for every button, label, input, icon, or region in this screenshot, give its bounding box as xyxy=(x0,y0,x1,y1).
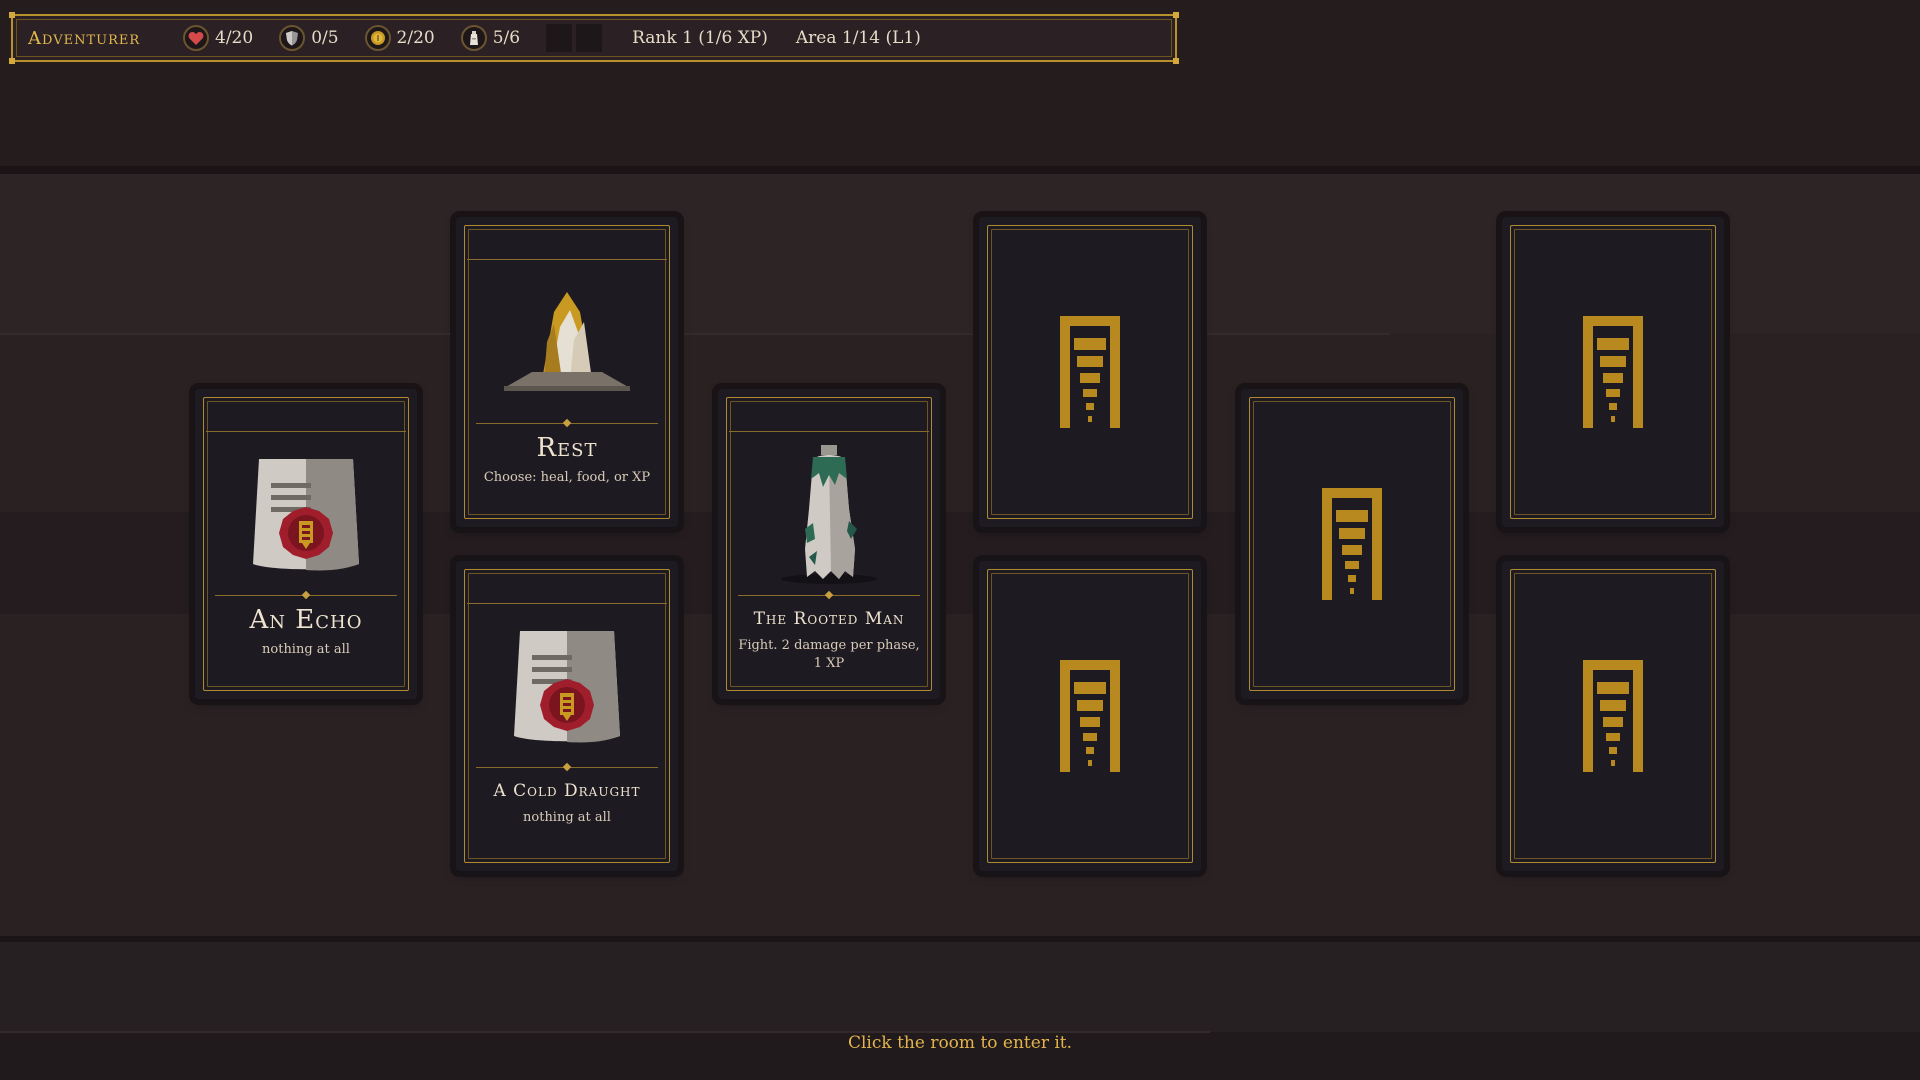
heart-icon xyxy=(183,25,209,51)
room-card-hidden[interactable] xyxy=(1241,389,1463,699)
dungeon-door-icon xyxy=(1502,561,1724,871)
food-stat: 5/6 xyxy=(460,25,521,51)
room-card-hidden[interactable] xyxy=(1502,217,1724,527)
dungeon-door-icon xyxy=(979,561,1201,871)
card-title: Rest xyxy=(536,433,598,463)
rank-text: Rank 1 (1/6 XP) xyxy=(632,28,768,48)
gold-value: 2/20 xyxy=(396,28,435,48)
sealed-letter-icon xyxy=(195,439,417,589)
character-class: Adventurer xyxy=(28,27,141,49)
health-stat: 4/20 xyxy=(183,25,253,51)
card-title: The Rooted Man xyxy=(753,609,905,629)
card-top-rule xyxy=(467,259,667,260)
room-card-echo[interactable]: An Echo nothing at all xyxy=(195,389,417,699)
room-card-cold-draught[interactable]: A Cold Draught nothing at all xyxy=(456,561,678,871)
hud-corner xyxy=(1173,12,1179,18)
coin-icon xyxy=(364,25,391,51)
shield-icon xyxy=(279,25,306,51)
instruction-hint: Click the room to enter it. xyxy=(847,1033,1073,1053)
gold-stat: 2/20 xyxy=(364,25,435,51)
status-bar: Adventurer 4/20 0/5 2/20 5/6 Rank 1 (1/6… xyxy=(9,12,1179,64)
flask-icon xyxy=(460,25,487,51)
card-top-rule xyxy=(729,431,929,432)
area-text: Area 1/14 (L1) xyxy=(795,28,921,48)
room-card-rooted-man[interactable]: The Rooted Man Fight. 2 damage per phase… xyxy=(718,389,940,699)
armor-value: 0/5 xyxy=(311,28,339,48)
card-divider xyxy=(476,767,658,768)
card-description: nothing at all xyxy=(262,642,350,657)
hud-corner xyxy=(9,58,15,64)
card-top-rule xyxy=(206,431,406,432)
card-description: nothing at all xyxy=(523,810,611,825)
hud-corner xyxy=(9,12,15,18)
sealed-letter-icon xyxy=(456,611,678,761)
dungeon-door-icon xyxy=(979,217,1201,527)
background-separator xyxy=(0,166,1920,174)
food-value: 5/6 xyxy=(492,28,521,48)
card-divider xyxy=(738,595,920,596)
card-divider xyxy=(215,595,397,596)
background-band xyxy=(0,942,1920,1032)
room-card-hidden[interactable] xyxy=(979,561,1201,871)
dungeon-door-icon xyxy=(1241,389,1463,699)
card-description: Fight. 2 damage per phase, 1 XP xyxy=(738,638,920,671)
card-description: Choose: heal, food, or XP xyxy=(483,470,651,485)
room-card-hidden[interactable] xyxy=(1502,561,1724,871)
armor-stat: 0/5 xyxy=(279,25,339,51)
health-value: 4/20 xyxy=(215,28,254,48)
card-top-rule xyxy=(467,603,667,604)
campfire-icon xyxy=(456,267,678,417)
room-card-rest[interactable]: Rest Choose: heal, food, or XP xyxy=(456,217,678,527)
empty-inventory-slot[interactable] xyxy=(576,24,603,52)
empty-inventory-slot[interactable] xyxy=(546,24,573,52)
card-title: A Cold Draught xyxy=(493,781,641,801)
dungeon-door-icon xyxy=(1502,217,1724,527)
card-divider xyxy=(476,423,658,424)
room-card-hidden[interactable] xyxy=(979,217,1201,527)
rooted-man-icon xyxy=(718,439,940,589)
hud-corner xyxy=(1173,58,1179,64)
card-title: An Echo xyxy=(249,605,363,635)
